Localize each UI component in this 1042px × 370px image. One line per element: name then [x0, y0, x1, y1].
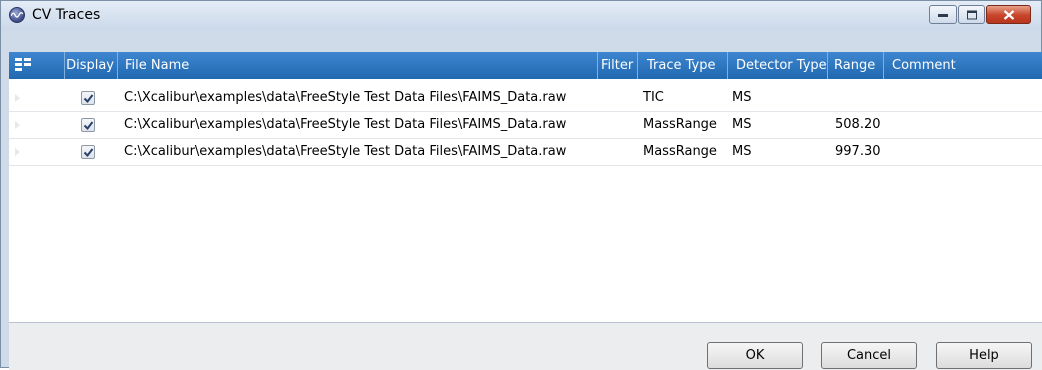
maximize-button[interactable] [958, 5, 985, 24]
column-header-detector-type[interactable]: Detector Type [728, 52, 828, 79]
column-header-file-name[interactable]: File Name [118, 52, 598, 79]
check-icon [83, 148, 94, 158]
title-bar[interactable]: CV Traces [1, 1, 1041, 30]
cell-detector-type[interactable]: MS [732, 139, 751, 165]
check-icon [83, 121, 94, 131]
display-checkbox[interactable] [81, 118, 95, 132]
close-icon [1003, 9, 1014, 20]
table-row[interactable]: C:\Xcalibur\examples\data\FreeStyle Test… [9, 112, 1042, 139]
cell-file-name[interactable]: C:\Xcalibur\examples\data\FreeStyle Test… [124, 112, 566, 138]
cell-file-name[interactable]: C:\Xcalibur\examples\data\FreeStyle Test… [124, 139, 566, 165]
column-header-trace-type[interactable]: Trace Type [638, 52, 728, 79]
cell-range[interactable]: 508.20 [835, 112, 881, 138]
help-button[interactable]: Help [936, 342, 1032, 369]
cancel-button[interactable]: Cancel [821, 342, 917, 369]
column-header-range[interactable]: Range [828, 52, 884, 79]
ok-button[interactable]: OK [707, 342, 803, 369]
window-title: CV Traces [32, 7, 101, 23]
check-icon [83, 94, 94, 104]
row-selector-icon[interactable] [15, 94, 20, 102]
cell-trace-type[interactable]: MassRange [643, 112, 717, 138]
cell-trace-type[interactable]: TIC [643, 85, 664, 111]
close-button[interactable] [986, 5, 1031, 24]
cell-detector-type[interactable]: MS [732, 112, 751, 138]
cell-trace-type[interactable]: MassRange [643, 139, 717, 165]
column-header-filter[interactable]: Filter [598, 52, 638, 79]
grid-header: Display File Name Filter Trace Type Dete… [9, 52, 1042, 79]
cv-app-icon [9, 7, 25, 23]
table-row[interactable]: C:\Xcalibur\examples\data\FreeStyle Test… [9, 85, 1042, 112]
column-header-comment[interactable]: Comment [884, 52, 1042, 79]
column-chooser-button[interactable] [9, 52, 65, 79]
row-selector-icon[interactable] [15, 121, 20, 129]
row-selector-icon[interactable] [15, 148, 20, 156]
minimize-icon [938, 13, 948, 17]
cell-detector-type[interactable]: MS [732, 85, 751, 111]
cv-traces-window: CV Traces Display File Name Filter Trace… [0, 0, 1042, 370]
column-chooser-icon [15, 58, 31, 71]
display-checkbox[interactable] [81, 145, 95, 159]
column-header-display[interactable]: Display [65, 52, 118, 79]
table-row[interactable]: C:\Xcalibur\examples\data\FreeStyle Test… [9, 139, 1042, 166]
cell-file-name[interactable]: C:\Xcalibur\examples\data\FreeStyle Test… [124, 85, 566, 111]
display-checkbox[interactable] [81, 91, 95, 105]
minimize-button[interactable] [929, 5, 957, 24]
cell-range[interactable]: 997.30 [835, 139, 881, 165]
maximize-icon [966, 10, 977, 19]
